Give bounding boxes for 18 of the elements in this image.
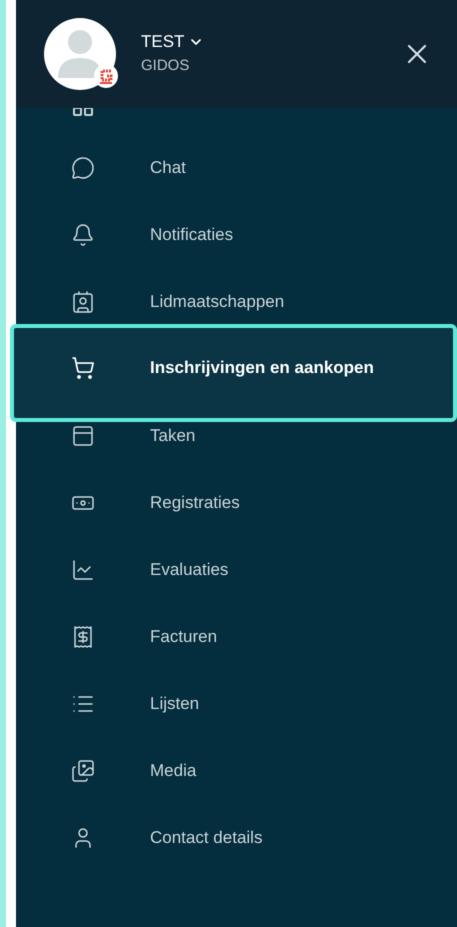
menu-item[interactable]: Inschrijvingen en aankopen <box>10 324 457 422</box>
id-card-icon <box>71 290 95 314</box>
cart-icon <box>71 356 95 380</box>
menu-item[interactable]: Chat <box>16 134 457 201</box>
menu-item[interactable]: Facturen <box>16 603 457 670</box>
images-icon <box>71 758 95 782</box>
window-icon <box>71 424 95 448</box>
menu-item[interactable]: Contact details <box>16 804 457 871</box>
line-chart-icon <box>71 558 95 582</box>
menu-item[interactable]: Registraties <box>16 469 457 536</box>
organization-name: GIDOS <box>141 56 190 76</box>
menu-item[interactable]: Notificaties <box>16 201 457 268</box>
menu-item[interactable]: Lijsten <box>16 670 457 737</box>
user-name-dropdown[interactable]: TEST <box>141 31 401 53</box>
bell-icon <box>71 222 95 246</box>
speech-bubble-icon <box>71 156 95 180</box>
menu-item[interactable]: Media <box>16 737 457 804</box>
menu-item[interactable]: Evaluaties <box>16 536 457 603</box>
